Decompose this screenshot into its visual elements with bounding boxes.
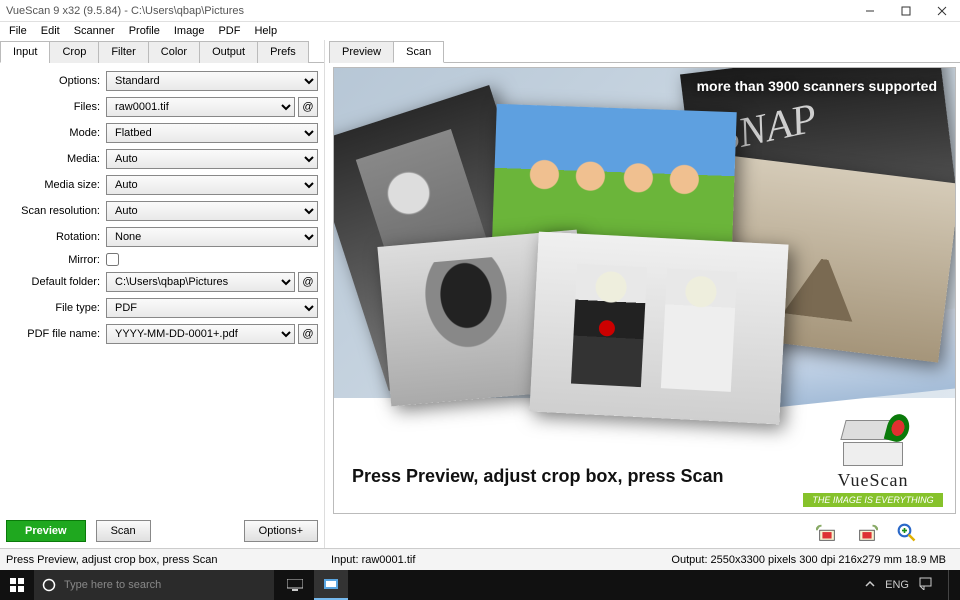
scan-resolution-label: Scan resolution: xyxy=(6,205,106,217)
tab-color[interactable]: Color xyxy=(148,41,200,63)
default-folder-label: Default folder: xyxy=(6,276,106,288)
mirror-checkbox[interactable] xyxy=(106,253,119,266)
preview-toolbar xyxy=(329,518,960,548)
file-type-label: File type: xyxy=(6,302,106,314)
tab-output[interactable]: Output xyxy=(199,41,258,63)
settings-panel: Input Crop Filter Color Output Prefs Opt… xyxy=(0,40,325,548)
window-title: VueScan 9 x32 (9.5.84) - C:\Users\qbap\P… xyxy=(6,5,852,17)
status-input: Input: raw0001.tif xyxy=(325,554,671,566)
menu-scanner[interactable]: Scanner xyxy=(69,24,120,38)
instruction-text: Press Preview, adjust crop box, press Sc… xyxy=(352,466,724,487)
rotation-label: Rotation: xyxy=(6,231,106,243)
rotate-left-button[interactable] xyxy=(814,522,840,544)
pdf-file-name-label: PDF file name: xyxy=(6,328,106,340)
cortana-icon xyxy=(42,578,56,592)
brand-tagline: THE IMAGE IS EVERYTHING xyxy=(803,493,943,507)
minimize-button[interactable] xyxy=(852,0,888,22)
media-select[interactable]: Auto xyxy=(106,149,318,169)
files-select[interactable]: raw0001.tif xyxy=(106,97,295,117)
menu-help[interactable]: Help xyxy=(249,24,282,38)
tab-crop[interactable]: Crop xyxy=(49,41,99,63)
maximize-button[interactable] xyxy=(888,0,924,22)
options-select[interactable]: Standard xyxy=(106,71,318,91)
zoom-in-button[interactable] xyxy=(894,522,920,544)
tab-scan[interactable]: Scan xyxy=(393,41,444,63)
input-form: Options: Standard Files: raw0001.tif @ M… xyxy=(0,63,324,514)
pdf-file-name-select[interactable]: YYYY-MM-DD-0001+.pdf xyxy=(106,324,295,344)
tab-prefs[interactable]: Prefs xyxy=(257,41,309,63)
window-titlebar: VueScan 9 x32 (9.5.84) - C:\Users\qbap\P… xyxy=(0,0,960,22)
promo-collage: more than 3900 scanners supported xyxy=(334,68,955,398)
windows-taskbar: Type here to search ENG xyxy=(0,570,960,600)
rotate-right-button[interactable] xyxy=(854,522,880,544)
task-view-button[interactable] xyxy=(278,570,312,600)
action-buttons: Preview Scan Options+ xyxy=(0,514,324,548)
menubar: File Edit Scanner Profile Image PDF Help xyxy=(0,22,960,40)
menu-file[interactable]: File xyxy=(4,24,32,38)
system-tray: ENG xyxy=(865,570,960,600)
menu-profile[interactable]: Profile xyxy=(124,24,165,38)
scan-button[interactable]: Scan xyxy=(96,520,151,542)
scanner-icon xyxy=(843,420,903,468)
mirror-label: Mirror: xyxy=(6,254,106,266)
menu-edit[interactable]: Edit xyxy=(36,24,65,38)
tray-language[interactable]: ENG xyxy=(885,579,909,591)
files-browse-button[interactable]: @ xyxy=(298,97,318,117)
main-content: Input Crop Filter Color Output Prefs Opt… xyxy=(0,40,960,548)
options-button[interactable]: Options+ xyxy=(244,520,318,542)
preview-area: more than 3900 scanners supported Press … xyxy=(333,67,956,514)
sample-photo xyxy=(529,232,788,425)
files-label: Files: xyxy=(6,101,106,113)
preview-tabs: Preview Scan xyxy=(329,40,960,63)
tab-input[interactable]: Input xyxy=(0,41,50,63)
taskbar-search[interactable]: Type here to search xyxy=(34,570,274,600)
media-label: Media: xyxy=(6,153,106,165)
file-type-select[interactable]: PDF xyxy=(106,298,318,318)
status-output: Output: 2550x3300 pixels 300 dpi 216x279… xyxy=(671,554,960,566)
window-controls xyxy=(852,0,960,22)
search-placeholder: Type here to search xyxy=(64,579,161,591)
promo-banner-text: more than 3900 scanners supported xyxy=(697,78,937,94)
default-folder-browse-button[interactable]: @ xyxy=(298,272,318,292)
menu-pdf[interactable]: PDF xyxy=(213,24,245,38)
preview-panel: Preview Scan more than 3900 scanners sup… xyxy=(325,40,960,548)
preview-button[interactable]: Preview xyxy=(6,520,86,542)
taskbar-app-vuescan[interactable] xyxy=(314,570,348,600)
default-folder-select[interactable]: C:\Users\qbap\Pictures xyxy=(106,272,295,292)
notification-center-button[interactable] xyxy=(919,577,932,593)
start-button[interactable] xyxy=(0,578,34,592)
scan-resolution-select[interactable]: Auto xyxy=(106,201,318,221)
rotation-select[interactable]: None xyxy=(106,227,318,247)
media-size-label: Media size: xyxy=(6,179,106,191)
brand-name: VueScan xyxy=(803,470,943,491)
media-size-select[interactable]: Auto xyxy=(106,175,318,195)
pdf-file-name-browse-button[interactable]: @ xyxy=(298,324,318,344)
tab-preview[interactable]: Preview xyxy=(329,41,394,63)
settings-tabs: Input Crop Filter Color Output Prefs xyxy=(0,40,324,63)
options-label: Options: xyxy=(6,75,106,87)
taskbar-apps xyxy=(278,570,348,600)
mode-select[interactable]: Flatbed xyxy=(106,123,318,143)
brand-logo: VueScan THE IMAGE IS EVERYTHING xyxy=(803,420,943,507)
status-bar: Press Preview, adjust crop box, press Sc… xyxy=(0,548,960,570)
show-desktop-button[interactable] xyxy=(948,570,952,600)
mode-label: Mode: xyxy=(6,127,106,139)
tray-chevron-icon[interactable] xyxy=(865,579,875,592)
close-button[interactable] xyxy=(924,0,960,22)
menu-image[interactable]: Image xyxy=(169,24,210,38)
tab-filter[interactable]: Filter xyxy=(98,41,148,63)
status-hint: Press Preview, adjust crop box, press Sc… xyxy=(0,554,325,566)
